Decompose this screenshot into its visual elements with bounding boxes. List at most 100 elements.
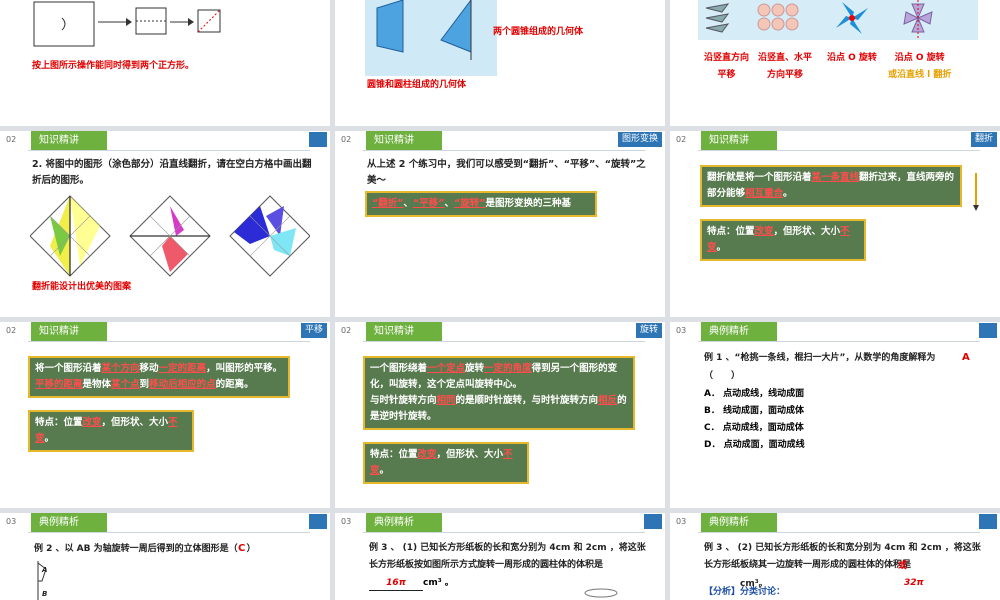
keyword: 改变 [82, 417, 102, 428]
section-tab: 典例精析 [31, 513, 107, 532]
text-run: 特点：位置 [35, 417, 83, 428]
topic-tag: 翻折 [970, 132, 997, 147]
rotation-shapes-diagram [376, 0, 472, 60]
caption-line: 或沿直线 l 翻折 [888, 70, 952, 80]
answer-or: 或 [898, 561, 908, 571]
pencil-icon [973, 173, 979, 211]
keyword: 改变 [754, 226, 774, 237]
slide-rotation-definition[interactable]: 02 知识精讲旋转 一个图形绕着一个定点旋转一定的角度得到另一个图形的变化，叫旋转… [335, 322, 665, 508]
keyword: 一定的角度 [484, 363, 532, 374]
text-run: 旋转 [465, 363, 485, 374]
slide-header: 02 知识精讲 图形变换 [335, 131, 665, 151]
header-divider [28, 150, 310, 151]
section-number: 02 [6, 135, 17, 144]
section-number: 03 [341, 517, 352, 526]
text-run: 移动 [139, 363, 159, 374]
summary-tail: 是图形变换的三种基 [485, 198, 572, 209]
section-number: 02 [341, 135, 352, 144]
question-text: 例 1 、“枪挑一条线，棍扫一大片”，从数学的角度解释为 [704, 350, 960, 366]
text-run: ，叫图形的平移。 [206, 363, 283, 374]
keyword: 移动后相应的点 [149, 379, 216, 390]
header-divider [28, 532, 310, 533]
keyword: 平移的距离 [35, 379, 83, 390]
fold-steps-diagram [33, 1, 221, 47]
term-translate: “平移” [413, 198, 445, 209]
text-run: 与时针旋转方向 [370, 395, 437, 406]
option-b[interactable]: B． 线动成面，面动成体 [704, 403, 805, 420]
caption-line: 沿竖直方向 [704, 53, 750, 63]
caption-line: 平移 [717, 70, 736, 80]
section-number: 03 [676, 326, 687, 335]
slide-header: 02 知识精讲 翻折 [670, 131, 1000, 151]
corner-marker [644, 514, 662, 529]
slide-example-3-part1[interactable]: 03 典例精析 例 3 、 (1) 已知长方形纸板的长和宽分别为 4cm 和 2c… [335, 513, 665, 600]
keyword: 某个点 [111, 379, 140, 390]
slide-fold-exercise[interactable]: 02 知识精讲 2. 将图中的图形（涂色部分）沿直线翻折，请在空白方格中画出翻折后… [0, 131, 330, 317]
slide-header: 03 典例精析 [0, 513, 330, 533]
text-run: 将一个图形沿着 [35, 363, 102, 374]
answer: C [238, 543, 246, 554]
section-number: 02 [341, 326, 352, 335]
section-tab: 知识精讲 [366, 322, 442, 341]
section-tab: 知识精讲 [31, 131, 107, 150]
summary-box: “翻折”、“平移”、“旋转”是图形变换的三种基 [365, 191, 597, 217]
slide-fold-definition[interactable]: 02 知识精讲 翻折 翻折就是将一个图形沿着某一条直线翻折过来，直线两旁的部分能够相… [670, 131, 1000, 317]
text-run: 的是顺时针旋转，与时针旋转方向 [455, 395, 599, 406]
text-run: 特点：位置 [707, 226, 755, 237]
label-cone-cylinder: 圆锥和圆柱组成的几何体 [367, 80, 467, 90]
caption: 按上图所示操作能同时得到两个正方形。 [32, 61, 195, 71]
header-divider [363, 150, 645, 151]
header-divider [363, 532, 645, 533]
caption-rotate-or-fold: 沿点 O 旋转 或沿直线 l 翻折 [888, 50, 951, 84]
slide-pattern-examples[interactable]: 沿竖直方向平移 沿竖直、水平 方向平移 沿点 O 旋转 沿点 O 旋转 或沿直线 l… [670, 0, 1000, 126]
section-tab: 知识精讲 [701, 131, 777, 150]
fold-grids-diagram [30, 195, 310, 277]
slide-solid-shapes[interactable]: 两个圆锥组成的几何体 圆锥和圆柱组成的几何体 [335, 0, 665, 126]
text-run: 是物体 [82, 379, 112, 390]
keyword: 一个定点 [427, 363, 466, 374]
section-tab: 知识精讲 [366, 131, 442, 150]
caption-vh-translate: 沿竖直、水平 方向平移 [758, 50, 812, 84]
answer-line: 16π cm³ 。 [369, 576, 454, 591]
answer-value: 32π [904, 578, 924, 588]
answer-unit: cm³ 。 [423, 578, 454, 588]
slide-folding-squares[interactable]: 按上图所示操作能同时得到两个正方形。 [0, 0, 330, 126]
separator: 、 [444, 198, 455, 209]
options: A． 点动成线，线动成面 B． 线动成面，面动成体 C． 点动成线，面动成体 D… [704, 386, 805, 454]
feature-box: 特点：位置改变，但形状、大小不变。 [700, 219, 866, 261]
section-tab: 知识精讲 [31, 322, 107, 341]
slide-translation-definition[interactable]: 02 知识精讲 平移 将一个图形沿着某个方向移动一定的距离，叫图形的平移。平移的距离… [0, 322, 330, 508]
option-c[interactable]: C． 点动成线，面动成体 [704, 420, 805, 437]
header-divider [698, 532, 980, 533]
slide-example-1[interactable]: 03 典例精析 例 1 、“枪挑一条线，棍扫一大片”，从数学的角度解释为 A （ … [670, 322, 1000, 508]
definition-box: 一个图形绕着一个定点旋转一定的角度得到另一个图形的变化，叫旋转，这个定点叫旋转中… [363, 356, 635, 430]
caption-line: 沿竖直、水平 [758, 53, 813, 63]
slide-transformations-intro[interactable]: 02 知识精讲 图形变换 从上述 2 个练习中，我们可以感受到“翻折”、“平移”、“… [335, 131, 665, 317]
feature-box: 特点：位置改变，但形状、大小不变。 [28, 410, 194, 452]
exercise-text: 2. 将图中的图形（涂色部分）沿直线翻折，请在空白方格中画出翻折后的图形。 [32, 159, 312, 186]
caption-line: 沿点 O 旋转 [894, 53, 945, 63]
caption: 翻折能设计出优美的图案 [32, 282, 132, 292]
section-number: 03 [676, 517, 687, 526]
text-run: 。 [44, 433, 55, 444]
text-run: ，但形状、大小 [436, 449, 504, 460]
slide-header: 03 典例精析 [670, 513, 1000, 533]
header-divider [698, 341, 980, 342]
intro-text: 从上述 2 个练习中，我们可以感受到“翻折”、“平移”、“旋转”之美～ [367, 159, 646, 186]
definition-box: 将一个图形沿着某个方向移动一定的距离，叫图形的平移。平移的距离是物体某个点到移动… [28, 356, 290, 398]
term-fold: “翻折” [372, 198, 404, 209]
answer: A [962, 352, 970, 363]
option-a[interactable]: A． 点动成线，线动成面 [704, 386, 805, 403]
section-number: 02 [6, 326, 17, 335]
slide-header: 03 典例精析 [670, 322, 1000, 342]
text-run: 一个图形绕着 [370, 363, 428, 374]
keyword: 一定的距离 [158, 363, 207, 374]
keyword: 相反 [598, 395, 618, 406]
corner-marker [309, 514, 327, 529]
option-d[interactable]: D． 点动成面，面动成线 [704, 437, 805, 454]
slide-example-2[interactable]: 03 典例精析 例 2 、以 AB 为轴旋转一周后得到的立体图形是（ ） C A … [0, 513, 330, 600]
text-run: 特点：位置 [370, 449, 418, 460]
term-rotate: “旋转” [454, 198, 486, 209]
slide-example-3-part2[interactable]: 03 典例精析 例 3 、 (2) 已知长方形纸板的长和宽分别为 4cm 和 2c… [670, 513, 1000, 600]
text-run: 的距离。 [215, 379, 254, 390]
